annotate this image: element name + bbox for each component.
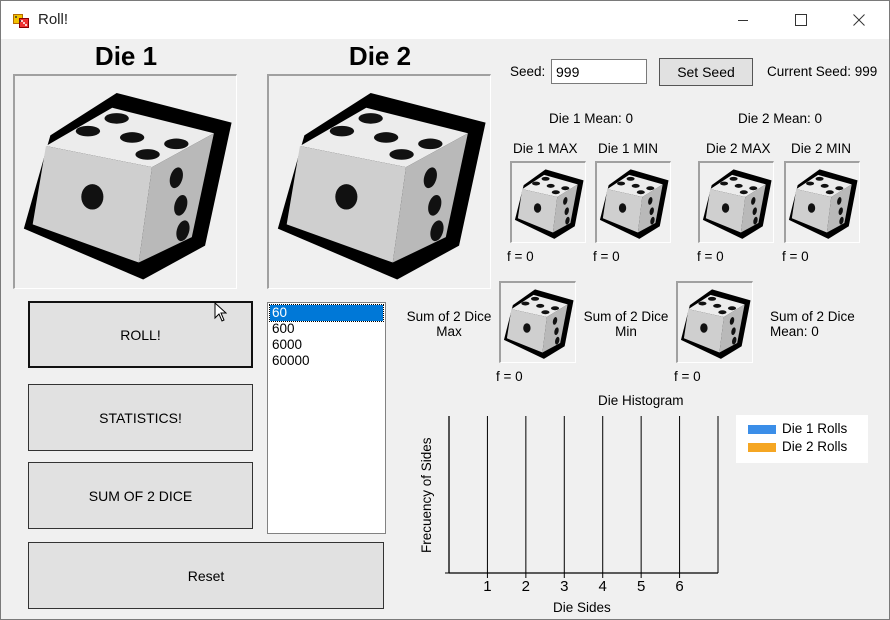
die2-max-picture <box>698 161 774 243</box>
die-face-icon <box>786 163 859 242</box>
die1-max-frequency: f = 0 <box>507 249 534 264</box>
die1-max-label: Die 1 MAX <box>513 141 578 156</box>
sum-mean-label-line1: Sum of 2 Dice <box>770 309 855 324</box>
maximize-button[interactable] <box>771 1 831 39</box>
x-tick-label: 2 <box>522 578 530 595</box>
seed-label: Seed: <box>510 64 546 79</box>
die-face-icon <box>678 283 752 362</box>
legend-label: Die 2 Rolls <box>782 439 848 454</box>
reset-button[interactable]: Reset <box>28 542 384 609</box>
maximize-icon <box>795 14 807 26</box>
sum-min-picture <box>676 281 753 363</box>
sum-max-frequency: f = 0 <box>496 369 523 384</box>
seed-input[interactable] <box>551 59 647 84</box>
die-face-icon <box>512 163 585 242</box>
chart-x-axis-label: Die Sides <box>553 600 611 615</box>
rolls-count-listbox[interactable]: 60 600 6000 60000 <box>267 302 386 534</box>
die-face-icon <box>597 163 670 242</box>
die2-mean-label: Die 2 Mean: 0 <box>738 111 823 126</box>
x-tick-label: 3 <box>560 578 568 595</box>
set-seed-button[interactable]: Set Seed <box>659 58 753 86</box>
histogram-chart: 1 2 3 4 5 6 <box>445 416 719 595</box>
die1-min-frequency: f = 0 <box>593 249 620 264</box>
minimize-icon <box>738 20 748 21</box>
app-dice-icon <box>13 14 29 28</box>
close-button[interactable] <box>829 1 889 39</box>
x-tick-label: 4 <box>599 578 607 595</box>
sum-min-label: Sum of 2 Dice Min <box>579 309 673 339</box>
die2-max-frequency: f = 0 <box>697 249 724 264</box>
rolls-list-item[interactable]: 600 <box>270 321 383 337</box>
die2-heading: Die 2 <box>348 41 412 71</box>
chart-legend: Die 1 Rolls Die 2 Rolls <box>736 415 868 463</box>
die2-min-frequency: f = 0 <box>782 249 809 264</box>
mouse-cursor-icon <box>214 302 227 322</box>
die-face-icon <box>501 283 575 362</box>
x-tick-label: 1 <box>483 578 491 595</box>
die1-heading: Die 1 <box>94 41 158 71</box>
die1-picture <box>13 74 237 289</box>
current-seed-label: Current Seed: 999 <box>767 64 878 79</box>
die1-min-picture <box>595 161 671 243</box>
statistics-button[interactable]: STATISTICS! <box>28 384 253 451</box>
die2-max-label: Die 2 MAX <box>706 141 771 156</box>
legend-label: Die 1 Rolls <box>782 421 848 436</box>
sum-mean-label: Sum of 2 Dice Mean: 0 <box>770 309 855 339</box>
sum-max-label-line1: Sum of 2 Dice <box>406 309 492 324</box>
die-face-icon <box>15 76 236 288</box>
sum-min-label-line1: Sum of 2 Dice <box>583 309 669 324</box>
chart-title: Die Histogram <box>598 393 684 408</box>
close-icon <box>853 14 865 26</box>
legend-swatch <box>748 443 776 452</box>
x-tick-label: 6 <box>675 578 683 595</box>
sum-mean-label-line2: Mean: 0 <box>770 324 819 339</box>
legend-swatch <box>748 425 776 434</box>
rolls-list-item[interactable]: 60 <box>269 304 384 322</box>
sum-min-label-line2: Min <box>615 324 637 339</box>
rolls-list-item[interactable]: 6000 <box>270 337 383 353</box>
sum-max-label: Sum of 2 Dice Max <box>401 309 497 339</box>
sum-min-frequency: f = 0 <box>674 369 701 384</box>
die2-min-picture <box>784 161 860 243</box>
chart-y-axis-label: Frecuency of Sides <box>419 437 434 553</box>
sum-max-label-line2: Max <box>436 324 462 339</box>
die1-max-picture <box>510 161 586 243</box>
title-bar: Roll! <box>1 1 889 39</box>
die2-min-label: Die 2 MIN <box>791 141 852 156</box>
minimize-button[interactable] <box>713 1 773 39</box>
app-window: Roll! Die 1 Die 2 Seed: Set Seed Current… <box>0 0 890 620</box>
x-tick-label: 5 <box>637 578 645 595</box>
sum-max-picture <box>499 281 576 363</box>
die1-mean-label: Die 1 Mean: 0 <box>549 111 634 126</box>
die2-picture <box>267 74 491 289</box>
sum-of-2-dice-button[interactable]: SUM OF 2 DICE <box>28 462 253 529</box>
die-face-icon <box>269 76 490 288</box>
die-face-icon <box>700 163 773 242</box>
die1-min-label: Die 1 MIN <box>598 141 659 156</box>
window-title: Roll! <box>38 11 69 28</box>
rolls-list-item[interactable]: 60000 <box>270 353 383 369</box>
